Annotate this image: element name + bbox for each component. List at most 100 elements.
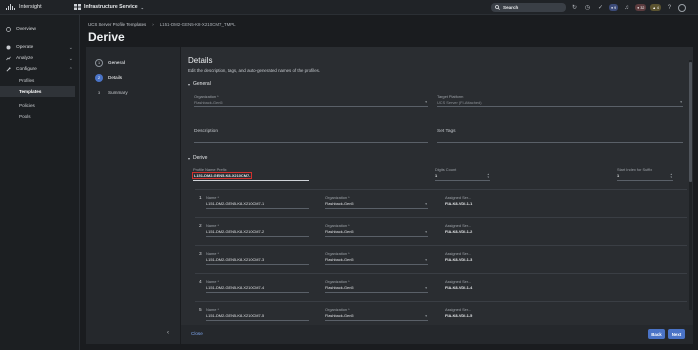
scrollbar-thumb[interactable] [689,62,692,182]
profile-name-prefix-input[interactable]: Profile Name Prefix L151-DM2-GEN5-K8-X21… [191,167,309,181]
service-switcher[interactable]: Infrastructure Service ⌄ [74,4,144,10]
name-input[interactable]: Name * L151-DM2-GEN5-K8-X210CM7-2 [206,223,309,237]
details-title: Details [188,56,213,65]
start-index-stepper[interactable]: Start Index for Suffix 1 ▴ ▾ [617,167,673,181]
field-label: Profile Name Prefix [193,167,227,172]
stepper-arrows-icon[interactable]: ▴ ▾ [670,173,672,179]
field-value: L151-DM2-GEN5-K8-X210CM7- [191,172,253,179]
search-input[interactable]: Search [491,3,566,12]
dropdown-arrow-icon: ▾ [425,258,427,262]
field-value: Flashback-Gen5 [325,313,354,318]
name-input[interactable]: Name * L151-DM2-GEN5-K8-X210CM7-5 [206,307,309,321]
field-value: L151-DM2-GEN5-K8-X210CM7-4 [206,285,265,290]
field-value: L151-DM2-GEN5-K8-X210CM7-5 [206,313,265,318]
collapse-steps-icon[interactable]: ‹ [167,330,169,336]
organization-select[interactable]: Organization * Flashback-Gen5 ▾ [194,94,428,107]
organization-select[interactable]: Organization * Flashback-Gen5 ▾ [325,195,428,209]
field-value: Flashback-Gen5 [325,285,354,290]
user-avatar[interactable] [677,3,686,12]
field-label: Organization * [325,279,350,284]
organization-select[interactable]: Organization * Flashback-Gen5 ▾ [325,307,428,321]
name-input[interactable]: Name * L151-DM2-GEN5-K8-X210CM7-4 [206,279,309,293]
field-label: Organization * [325,223,350,228]
field-label: Organization * [194,94,219,99]
field-label: Assigned Ser... [445,195,472,200]
derive-section-header[interactable]: ▾ Derive [188,155,207,161]
tasks-badge[interactable]: ● 9 [609,4,619,11]
page-title: Derive [88,30,125,44]
field-value: FIA-K8-VDI-1-4 [445,285,473,290]
step-summary[interactable]: 3 Summary [86,85,180,100]
set-tags-input[interactable]: Set Tags [437,129,683,143]
cisco-logo-icon [6,4,15,10]
dropdown-arrow-icon: ▾ [680,100,682,104]
field-value: Flashback-Gen5 [194,100,223,105]
step-details[interactable]: 2 Details [86,70,180,85]
field-label: Set Tags [437,129,456,134]
target-platform-select[interactable]: Target Platform UCS Server (FI-Attached)… [437,94,683,107]
name-input[interactable]: Name * L151-DM2-GEN5-K8-X210CM7-3 [206,251,309,265]
help-icon[interactable]: ? [665,3,674,12]
row-number: 2 [199,224,202,229]
organization-select[interactable]: Organization * Flashback-Gen5 ▾ [325,223,428,237]
field-value: L151-DM2-GEN5-K8-X210CM7-1 [206,201,265,206]
field-label: Assigned Ser... [445,251,472,256]
sidebar-item-templates[interactable]: Templates [0,86,75,97]
service-name: Infrastructure Service [84,4,138,10]
sidebar-item-profiles[interactable]: Profiles [0,75,79,86]
step-number: 3 [97,90,101,95]
brand[interactable]: Intersight [0,4,68,10]
row-number: 1 [199,196,202,201]
warning-alarm-icon: ▲ [652,5,656,10]
name-input[interactable]: Name * L151-DM2-GEN5-K8-X210CM7-1 [206,195,309,209]
field-value: Flashback-Gen5 [325,229,354,234]
row-number: 3 [199,252,202,257]
tasks-badge-icon: ● [611,5,614,10]
next-button[interactable]: Next [668,329,685,339]
breadcrumb: UCS Server Profile Templates › L151-DM2-… [88,22,236,27]
field-label: Name * [206,251,219,256]
field-value: Flashback-Gen5 [325,257,354,262]
table-row: 5 Name * L151-DM2-GEN5-K8-X210CM7-5 Orga… [195,301,687,325]
description-input[interactable]: Description [194,129,428,143]
field-label: Assigned Ser... [445,279,472,284]
field-value: L151-DM2-GEN5-K8-X210CM7-3 [206,257,265,262]
wizard-steps: 1 General 2 Details 3 Summary [86,47,180,344]
row-number: 5 [199,308,202,313]
sidebar-item-configure[interactable]: Configure ⌃ [0,64,79,75]
sidebar-item-pools[interactable]: Pools [0,111,79,122]
field-value: Flashback-Gen5 [325,201,354,206]
field-value: FIA-K8-VDI-1-5 [445,313,473,318]
warning-alarms-badge[interactable]: ▲ 4 [650,4,661,11]
sidebar-item-analyze[interactable]: Analyze ⌄ [0,53,79,64]
close-button[interactable]: Close [191,331,203,336]
step-number: 1 [95,58,103,67]
general-section-header[interactable]: ▾ General [188,81,211,87]
tasks-icon[interactable]: ✓ [596,3,605,12]
stepper-arrows-icon[interactable]: ▴ ▾ [487,173,489,179]
history-icon[interactable]: ◷ [583,3,592,12]
back-button[interactable]: Back [648,329,665,339]
table-row: 3 Name * L151-DM2-GEN5-K8-X210CM7-3 Orga… [195,245,687,271]
caret-down-icon: ▾ [188,155,191,161]
breadcrumb-parent[interactable]: UCS Server Profile Templates [88,22,146,27]
search-label: Search [503,5,519,10]
sidebar-item-overview[interactable]: Overview [0,24,79,35]
digits-count-stepper[interactable]: Digits Count 1 ▴ ▾ [435,167,490,181]
field-value: FIA-K8-VDI-1-3 [445,257,473,262]
step-label: Details [108,75,123,80]
step-general[interactable]: 1 General [86,55,180,70]
sidebar-item-policies[interactable]: Policies [0,100,79,111]
field-label: Assigned Ser... [445,307,472,312]
field-value: FIA-K8-VDI-1-1 [445,201,473,206]
sidebar-item-operate[interactable]: Operate ⌄ [0,42,79,53]
assigned-server: Assigned Ser... FIA-K8-VDI-1-4 [445,279,505,293]
organization-select[interactable]: Organization * Flashback-Gen5 ▾ [325,279,428,293]
field-label: Name * [206,307,219,312]
organization-select[interactable]: Organization * Flashback-Gen5 ▾ [325,251,428,265]
dropdown-arrow-icon: ▾ [425,286,427,290]
refresh-icon[interactable]: ↻ [570,3,579,12]
bell-icon[interactable]: ♫ [622,3,631,12]
critical-alarms-badge[interactable]: ● 32 [635,4,647,11]
brand-name: Intersight [19,4,42,10]
